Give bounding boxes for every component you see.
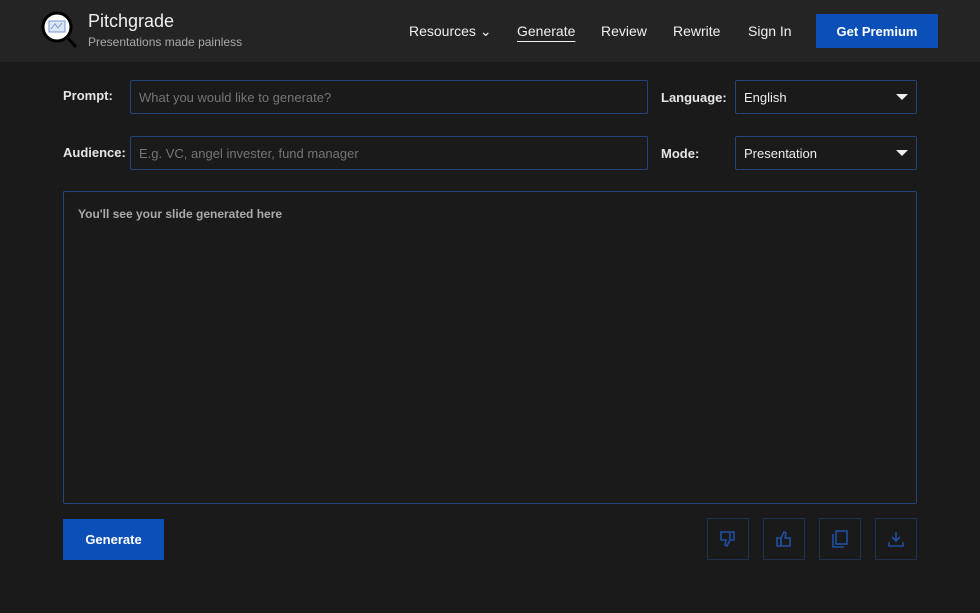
language-value: English	[744, 89, 787, 105]
get-premium-button[interactable]: Get Premium	[816, 14, 938, 48]
mode-select[interactable]: Presentation	[735, 136, 917, 170]
prompt-input[interactable]	[130, 80, 648, 114]
nav-generate[interactable]: Generate	[517, 23, 575, 39]
logo-icon[interactable]	[40, 10, 80, 50]
thumbs-up-icon	[776, 530, 791, 547]
thumbs-up-button[interactable]	[763, 518, 805, 560]
generate-button[interactable]: Generate	[63, 519, 164, 560]
mode-label: Mode:	[661, 146, 700, 161]
audience-input[interactable]	[130, 136, 648, 170]
output-placeholder: You'll see your slide generated here	[78, 207, 283, 221]
mode-value: Presentation	[744, 145, 817, 161]
thumbs-down-button[interactable]	[707, 518, 749, 560]
nav-rewrite[interactable]: Rewrite	[673, 23, 720, 39]
copy-icon	[832, 530, 848, 548]
prompt-label: Prompt:	[63, 88, 113, 103]
audience-label: Audience:	[63, 145, 126, 160]
nav-resources[interactable]: Resources ⌄	[409, 23, 492, 40]
download-icon	[888, 532, 904, 547]
nav-label: Resources	[409, 23, 476, 39]
language-label: Language:	[661, 90, 727, 105]
tagline: Presentations made painless	[88, 35, 243, 49]
header: Pitchgrade Presentations made painless R…	[0, 0, 980, 62]
slide-output: You'll see your slide generated here	[63, 191, 917, 504]
nav-review[interactable]: Review	[601, 23, 647, 39]
brand-name[interactable]: Pitchgrade	[88, 11, 174, 32]
language-select[interactable]: English	[735, 80, 917, 114]
caret-down-icon	[896, 150, 908, 156]
nav-sign-in[interactable]: Sign In	[748, 23, 792, 39]
thumbs-down-icon	[720, 531, 735, 548]
download-button[interactable]	[875, 518, 917, 560]
caret-down-icon	[896, 94, 908, 100]
chevron-down-icon: ⌄	[479, 23, 492, 39]
copy-button[interactable]	[819, 518, 861, 560]
